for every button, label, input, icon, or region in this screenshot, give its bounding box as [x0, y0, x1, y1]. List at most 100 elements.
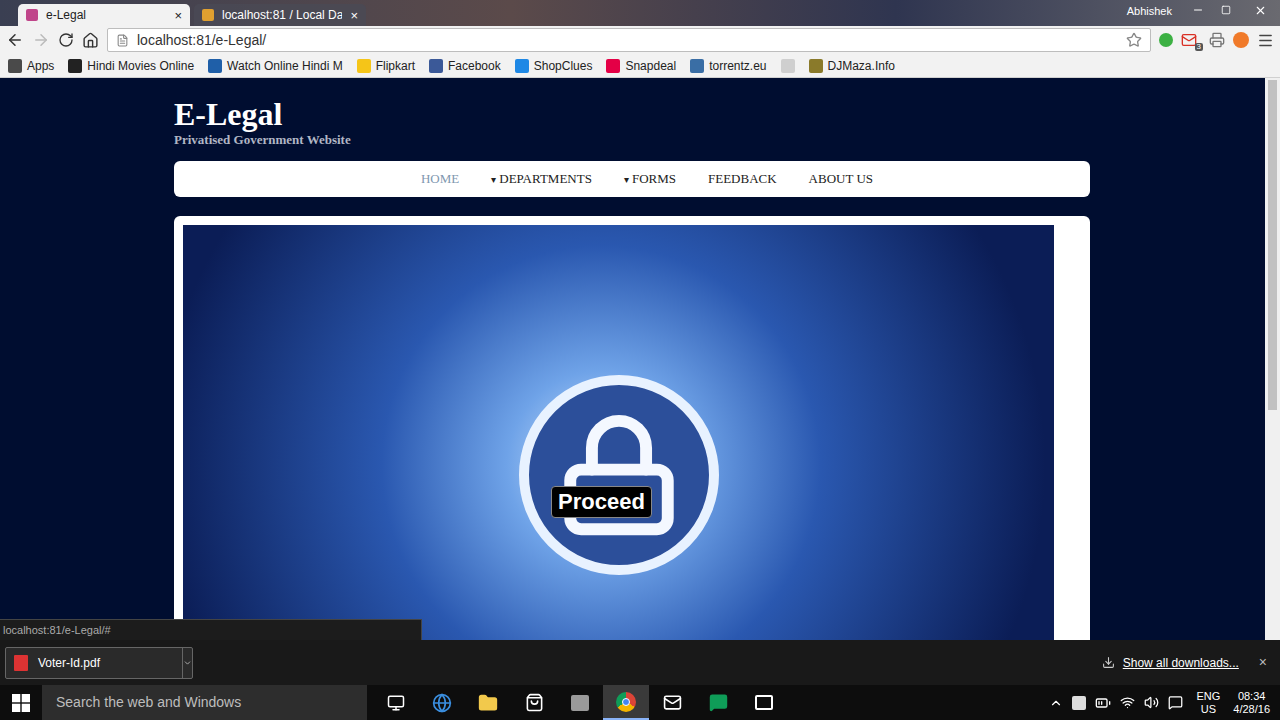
profile-name[interactable]: Abhishek [1127, 0, 1184, 20]
bookmark-icon [208, 59, 222, 73]
system-tray: ENGUS 08:344/28/16 [1049, 685, 1280, 720]
downloads-icon [1102, 656, 1115, 669]
site-title: E-Legal [174, 96, 1090, 132]
notifications-icon[interactable] [1168, 695, 1183, 710]
bookmark-item[interactable]: DJMaza.Info [809, 57, 895, 75]
close-window-button[interactable] [1240, 0, 1280, 20]
bookmark-label: Watch Online Hindi M [227, 57, 343, 75]
restore-button[interactable] [1212, 0, 1240, 20]
download-menu-icon[interactable] [183, 658, 192, 668]
nav-item[interactable]: ▾DEPARTMENTS [491, 169, 592, 189]
download-name: Voter-Id.pdf [38, 654, 182, 672]
hangouts-button[interactable] [695, 685, 741, 720]
bookmark-icon [357, 59, 371, 73]
gmail-button[interactable]: 3 [1181, 32, 1201, 48]
extension-icon[interactable] [1159, 33, 1173, 47]
language-indicator[interactable]: ENGUS [1192, 690, 1224, 716]
address-bar[interactable]: localhost:81/e-Legal/ [107, 28, 1151, 52]
menu-icon[interactable] [1257, 32, 1274, 49]
bookmark-item[interactable] [781, 59, 795, 73]
site-subtitle: Privatised Government Website [174, 132, 1090, 148]
app-button[interactable] [557, 685, 603, 720]
start-button[interactable] [0, 685, 42, 720]
show-all-downloads-link[interactable]: Show all downloads... [1123, 654, 1239, 672]
pdf-icon [14, 655, 28, 671]
photos-button[interactable] [741, 685, 787, 720]
language-text: ENG [1196, 690, 1220, 703]
lock-badge [519, 375, 719, 575]
bookmarks-bar: Apps Hindi Movies Online Watch Online Hind… [0, 54, 1280, 78]
bookmark-item[interactable]: Snapdeal [606, 57, 676, 75]
browser-tab[interactable]: e-Legal × [18, 4, 190, 26]
nav-item[interactable]: ABOUT US [809, 169, 873, 189]
bookmark-label: Snapdeal [625, 57, 676, 75]
main-nav: HOME ▾DEPARTMENTS ▾FORMS FEEDBACK ABOUT US [174, 161, 1090, 197]
nav-item[interactable]: HOME [421, 169, 459, 189]
bookmark-item[interactable]: Watch Online Hindi M [208, 57, 343, 75]
tray-app-icon[interactable] [1072, 696, 1086, 710]
bookmark-icon [8, 59, 22, 73]
tray-overflow-icon[interactable] [1049, 696, 1063, 710]
scrollbar-thumb[interactable] [1268, 80, 1277, 410]
photos-icon [755, 695, 773, 710]
status-url: localhost:81/e-Legal/# [0, 619, 422, 641]
home-icon[interactable] [82, 32, 99, 49]
extension-orange-icon[interactable] [1233, 32, 1249, 48]
proceed-button[interactable]: Proceed [551, 486, 652, 518]
taskbar-search[interactable]: Search the web and Windows [42, 685, 367, 720]
nav-item[interactable]: ▾FORMS [624, 169, 676, 189]
bookmark-item[interactable]: ShopClues [515, 57, 593, 75]
chrome-button[interactable] [603, 685, 649, 720]
bookmark-icon [781, 59, 795, 73]
bookmark-item[interactable]: torrentz.eu [690, 57, 766, 75]
bookmark-icon [809, 59, 823, 73]
scrollbar[interactable] [1265, 78, 1280, 640]
volume-icon[interactable] [1144, 695, 1159, 710]
minimize-icon [1192, 4, 1204, 16]
close-download-bar-button[interactable]: × [1259, 652, 1267, 673]
wifi-icon[interactable] [1120, 695, 1135, 710]
page-icon [116, 34, 129, 47]
reload-icon[interactable] [58, 32, 74, 48]
explorer-button[interactable] [465, 685, 511, 720]
hero-image: Proceed [183, 225, 1054, 640]
battery-icon[interactable] [1095, 695, 1111, 711]
search-placeholder: Search the web and Windows [56, 692, 241, 713]
web-page: E-LegalPrivatised Government Website HOME… [0, 78, 1265, 640]
clock[interactable]: 08:344/28/16 [1233, 690, 1270, 716]
bookmark-label: DJMaza.Info [828, 57, 895, 75]
mail-icon [663, 693, 682, 712]
mail-button[interactable] [649, 685, 695, 720]
edge-icon [432, 693, 452, 713]
browser-tab[interactable]: localhost:81 / Local Datab× [194, 4, 366, 26]
bookmark-icon [690, 59, 704, 73]
windows-logo-icon[interactable] [12, 694, 30, 712]
tab-label: e-Legal [46, 6, 166, 24]
clock-date: 4/28/16 [1233, 703, 1270, 716]
download-item[interactable]: Voter-Id.pdf [5, 647, 193, 679]
forward-icon[interactable] [32, 31, 50, 49]
bookmark-label: torrentz.eu [709, 57, 766, 75]
padlock-icon [554, 410, 684, 540]
bookmark-label: Apps [27, 57, 54, 75]
bookmark-item[interactable]: Facebook [429, 57, 501, 75]
bookmark-label: Hindi Movies Online [87, 57, 194, 75]
bookmark-item[interactable]: Apps [8, 57, 54, 75]
tab-favicon-icon [26, 9, 38, 21]
back-icon[interactable] [6, 31, 24, 49]
bookmark-item[interactable]: Flipkart [357, 57, 415, 75]
tab-close-button[interactable]: × [174, 9, 182, 22]
content-panel: Proceed [174, 216, 1090, 640]
bookmark-label: Flipkart [376, 57, 415, 75]
minimize-button[interactable] [1184, 0, 1212, 20]
bookmark-icon [515, 59, 529, 73]
task-view-button[interactable] [373, 685, 419, 720]
edge-button[interactable] [419, 685, 465, 720]
store-button[interactable] [511, 685, 557, 720]
task-view-icon [387, 694, 405, 712]
bookmark-item[interactable]: Hindi Movies Online [68, 57, 194, 75]
nav-item[interactable]: FEEDBACK [708, 169, 777, 189]
tab-close-button[interactable]: × [350, 9, 358, 22]
bookmark-star-icon[interactable] [1126, 32, 1142, 48]
printer-icon[interactable] [1209, 32, 1225, 48]
